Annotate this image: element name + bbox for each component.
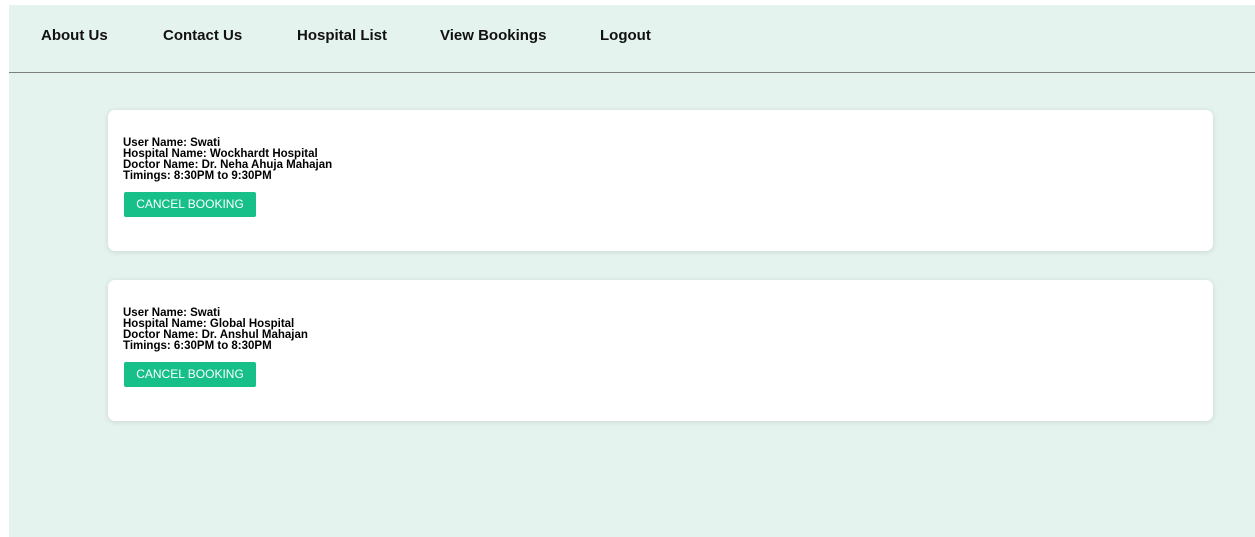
- booking-card: User Name: Swati Hospital Name: Wockhard…: [108, 110, 1213, 251]
- nav-hospital-list[interactable]: Hospital List: [297, 27, 387, 45]
- nav-about-us[interactable]: About Us: [41, 27, 108, 45]
- top-navbar: About Us Contact Us Hospital List View B…: [9, 5, 1255, 73]
- booking-card: User Name: Swati Hospital Name: Global H…: [108, 280, 1213, 421]
- cancel-booking-button[interactable]: CANCEL BOOKING: [124, 192, 256, 217]
- nav-contact-us[interactable]: Contact Us: [163, 27, 242, 45]
- nav-logout[interactable]: Logout: [600, 27, 651, 45]
- nav-view-bookings[interactable]: View Bookings: [440, 27, 546, 45]
- booking-timings: Timings: 8:30PM to 9:30PM: [123, 170, 272, 182]
- booking-details: User Name: Swati Hospital Name: Wockhard…: [123, 137, 332, 182]
- cancel-booking-button[interactable]: CANCEL BOOKING: [124, 362, 256, 387]
- app-background: About Us Contact Us Hospital List View B…: [9, 5, 1255, 537]
- booking-timings: Timings: 6:30PM to 8:30PM: [123, 340, 272, 352]
- booking-details: User Name: Swati Hospital Name: Global H…: [123, 307, 308, 352]
